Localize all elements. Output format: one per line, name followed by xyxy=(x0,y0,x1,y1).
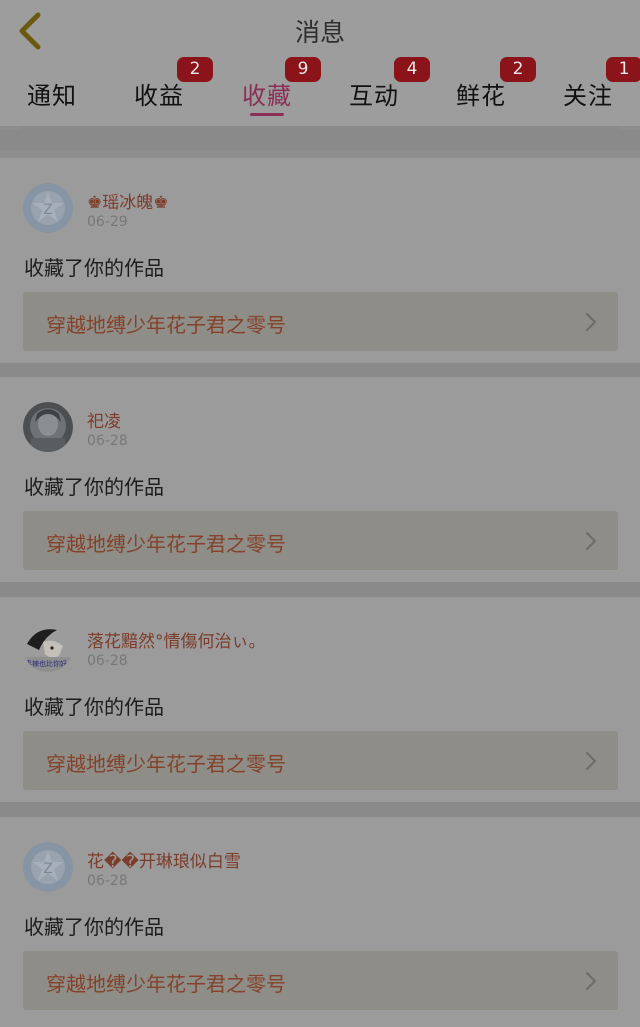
action-text: 收藏了你的作品 xyxy=(24,256,164,280)
section-gap xyxy=(0,130,640,150)
tab-notifications[interactable]: 通知 xyxy=(2,62,102,126)
tab-label: 收益 xyxy=(134,82,184,110)
tab-badge: 2 xyxy=(177,57,213,82)
section-gap xyxy=(0,363,640,377)
action-text: 收藏了你的作品 xyxy=(24,915,164,939)
tab-badge: 4 xyxy=(394,57,430,82)
work-title: 穿越地缚少年花子君之零号 xyxy=(46,752,286,776)
tab-badge: 9 xyxy=(285,57,321,82)
photo-avatar-icon[interactable] xyxy=(23,402,73,452)
list-item[interactable]: Z ♚瑶冰魄♚ 06-29 收藏了你的作品 穿越地缚少年花子君之零号 xyxy=(0,158,640,363)
tab-label: 收藏 xyxy=(242,82,292,110)
active-tab-indicator xyxy=(250,113,284,116)
tab-interactions[interactable]: 互动 4 xyxy=(324,57,430,126)
work-link[interactable]: 穿越地缚少年花子君之零号 xyxy=(23,731,618,790)
work-title: 穿越地缚少年花子君之零号 xyxy=(46,313,286,337)
chevron-right-icon xyxy=(586,532,596,550)
username[interactable]: 祀凌 xyxy=(87,407,121,432)
list-item[interactable]: Z 花��开琳琅似白雪 06-28 收藏了你的作品 穿越地缚少年花子君之零号 xyxy=(0,817,640,1027)
tab-badge: 2 xyxy=(500,57,536,82)
chevron-right-icon xyxy=(586,313,596,331)
username[interactable]: 落花黯然°情傷何治ぃ。 xyxy=(87,627,266,652)
tab-favorites[interactable]: 收藏 9 xyxy=(217,57,321,126)
action-text: 收藏了你的作品 xyxy=(24,695,164,719)
svg-text:Z: Z xyxy=(43,202,53,218)
chevron-right-icon xyxy=(586,752,596,770)
tab-badge: 1 xyxy=(606,57,640,82)
list-item[interactable]: 毒辣也比你好 落花黯然°情傷何治ぃ。 06-28 收藏了你的作品 穿越地缚少年花… xyxy=(0,597,640,802)
tab-follows[interactable]: 关注 1 xyxy=(538,57,640,126)
timestamp: 06-28 xyxy=(87,433,128,449)
work-link[interactable]: 穿越地缚少年花子君之零号 xyxy=(23,951,618,1010)
username[interactable]: 花��开琳琅似白雪 xyxy=(87,847,241,872)
work-link[interactable]: 穿越地缚少年花子君之零号 xyxy=(23,292,618,351)
timestamp: 06-29 xyxy=(87,214,128,230)
tab-label: 关注 xyxy=(563,82,613,110)
timestamp: 06-28 xyxy=(87,873,128,889)
page-title: 消息 xyxy=(294,18,345,47)
svg-text:Z: Z xyxy=(43,861,53,877)
action-text: 收藏了你的作品 xyxy=(24,475,164,499)
avatar-caption: 毒辣也比你好 xyxy=(25,660,67,668)
work-title: 穿越地缚少年花子君之零号 xyxy=(46,972,286,996)
tab-bar: 通知 收益 2 收藏 9 互动 4 鲜花 2 关注 1 xyxy=(0,57,640,126)
chevron-right-icon xyxy=(586,972,596,990)
timestamp: 06-28 xyxy=(87,653,128,669)
anime-avatar-icon[interactable]: 毒辣也比你好 xyxy=(23,622,73,672)
work-link[interactable]: 穿越地缚少年花子君之零号 xyxy=(23,511,618,570)
section-gap xyxy=(0,802,640,817)
tab-label: 通知 xyxy=(27,82,77,110)
username[interactable]: ♚瑶冰魄♚ xyxy=(87,188,168,213)
nav-header: 消息 xyxy=(0,0,640,62)
tab-label: 互动 xyxy=(349,82,399,110)
tab-label: 鲜花 xyxy=(456,82,506,110)
section-gap xyxy=(0,582,640,598)
tab-flowers[interactable]: 鲜花 2 xyxy=(431,57,536,126)
tab-earnings[interactable]: 收益 2 xyxy=(109,57,213,126)
list-item[interactable]: 祀凌 06-28 收藏了你的作品 穿越地缚少年花子君之零号 xyxy=(0,377,640,582)
work-title: 穿越地缚少年花子君之零号 xyxy=(46,532,286,556)
default-avatar-icon[interactable]: Z xyxy=(23,183,73,233)
messages-page: 消息 通知 收益 2 收藏 9 互动 4 鲜花 2 关注 1 Z ♚瑶冰魄♚ 0… xyxy=(0,0,640,1027)
default-avatar-icon[interactable]: Z xyxy=(23,842,73,892)
